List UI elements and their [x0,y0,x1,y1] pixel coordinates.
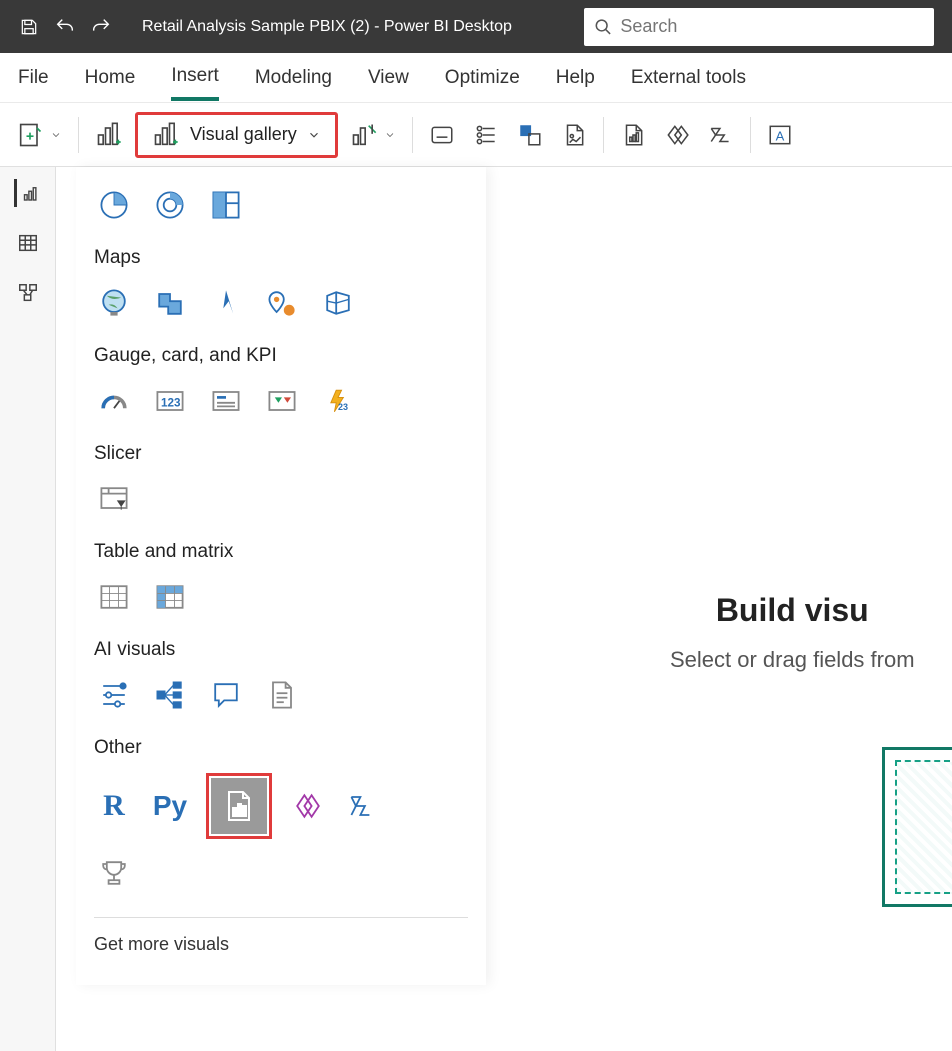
section-title-maps: Maps [94,247,468,269]
ribbon: Visual gallery A [0,103,952,167]
svg-text:123: 123 [161,396,181,409]
separator [750,117,751,153]
menu-insert[interactable]: Insert [171,55,219,101]
paginated-report-highlight [206,773,272,839]
more-visuals-button[interactable] [344,113,402,157]
save-icon[interactable] [18,16,40,38]
treemap-icon[interactable] [206,185,246,225]
table-icon[interactable] [94,577,134,617]
divider [94,917,468,918]
azure-map-icon[interactable] [262,283,302,323]
svg-text:23: 23 [338,402,348,412]
gauge-icon[interactable] [94,381,134,421]
map-globe-icon[interactable] [94,283,134,323]
trophy-icon[interactable] [94,853,134,893]
chevron-down-icon [307,128,321,142]
section-title-other: Other [94,737,468,759]
title-bar: Retail Analysis Sample PBIX (2) - Power … [0,0,952,53]
menu-bar: File Home Insert Modeling View Optimize … [0,53,952,103]
sparkline-button[interactable] [614,113,652,157]
paginated-report-icon[interactable] [211,778,267,834]
pie-chart-icon[interactable] [94,185,134,225]
multi-row-card-icon[interactable] [206,381,246,421]
r-visual-icon[interactable]: R [94,786,134,826]
window-title: Retail Analysis Sample PBIX (2) - Power … [142,18,570,36]
gallery-section-slicer: Slicer [94,443,468,519]
menu-home[interactable]: Home [85,57,136,99]
menu-help[interactable]: Help [556,57,595,99]
visual-gallery-panel: Maps Gauge, card, and KPI 123 23 Slicer … [76,167,486,985]
card-icon[interactable]: 123 [150,381,190,421]
shape-map-icon[interactable] [318,283,358,323]
section-title-ai: AI visuals [94,639,468,661]
gallery-section-ai: AI visuals [94,639,468,715]
power-apps-button[interactable] [658,113,696,157]
menu-modeling[interactable]: Modeling [255,57,332,99]
report-view-icon[interactable] [14,179,42,207]
side-rail [0,167,56,1051]
power-apps-visual-icon[interactable] [288,786,328,826]
buttons-button[interactable] [467,113,505,157]
text-box-2-button[interactable]: A [761,113,799,157]
qa-icon[interactable] [206,675,246,715]
kpi-icon[interactable] [262,381,302,421]
power-automate-button[interactable] [702,113,740,157]
slicer-icon[interactable] [94,479,134,519]
chevron-down-icon [384,129,396,141]
arcgis-map-icon[interactable] [206,283,246,323]
section-title-slicer: Slicer [94,443,468,465]
redo-icon[interactable] [90,16,112,38]
menu-optimize[interactable]: Optimize [445,57,520,99]
python-visual-icon[interactable]: Py [150,786,190,826]
visual-gallery-label: Visual gallery [190,124,297,145]
get-more-visuals[interactable]: Get more visuals [94,934,468,955]
undo-icon[interactable] [54,16,76,38]
gallery-section-maps: Maps [94,247,468,323]
card-new-icon[interactable]: 23 [318,381,358,421]
menu-file[interactable]: File [18,57,49,99]
dropzone-inner [895,760,952,894]
key-influencers-icon[interactable] [94,675,134,715]
section-title-gauge: Gauge, card, and KPI [94,345,468,367]
separator [412,117,413,153]
donut-chart-icon[interactable] [150,185,190,225]
search-icon [594,17,612,37]
power-automate-visual-icon[interactable] [344,786,384,826]
narrative-icon[interactable] [262,675,302,715]
separator [78,117,79,153]
menu-external-tools[interactable]: External tools [631,57,746,99]
matrix-icon[interactable] [150,577,190,617]
separator [603,117,604,153]
svg-text:A: A [775,128,784,143]
build-hint: Build visu Select or drag fields from [670,592,915,673]
search-box[interactable] [584,8,934,46]
dropzone[interactable] [882,747,952,907]
chevron-down-icon [50,129,62,141]
text-box-button[interactable] [423,113,461,157]
new-visual-button[interactable] [89,113,129,157]
search-input[interactable] [620,16,924,37]
gallery-section-gauge: Gauge, card, and KPI 123 23 [94,345,468,421]
model-view-icon[interactable] [14,279,42,307]
build-subtitle: Select or drag fields from [670,647,915,673]
table-view-icon[interactable] [14,229,42,257]
gallery-section-other: Other R Py [94,737,468,893]
gallery-section-table: Table and matrix [94,541,468,617]
visual-gallery-button[interactable]: Visual gallery [135,112,338,158]
decomposition-tree-icon[interactable] [150,675,190,715]
filled-map-icon[interactable] [150,283,190,323]
new-page-button[interactable] [10,113,68,157]
section-title-table: Table and matrix [94,541,468,563]
shapes-button[interactable] [511,113,549,157]
gallery-section-top [94,185,468,225]
build-title: Build visu [670,592,915,629]
menu-view[interactable]: View [368,57,409,99]
image-button[interactable] [555,113,593,157]
